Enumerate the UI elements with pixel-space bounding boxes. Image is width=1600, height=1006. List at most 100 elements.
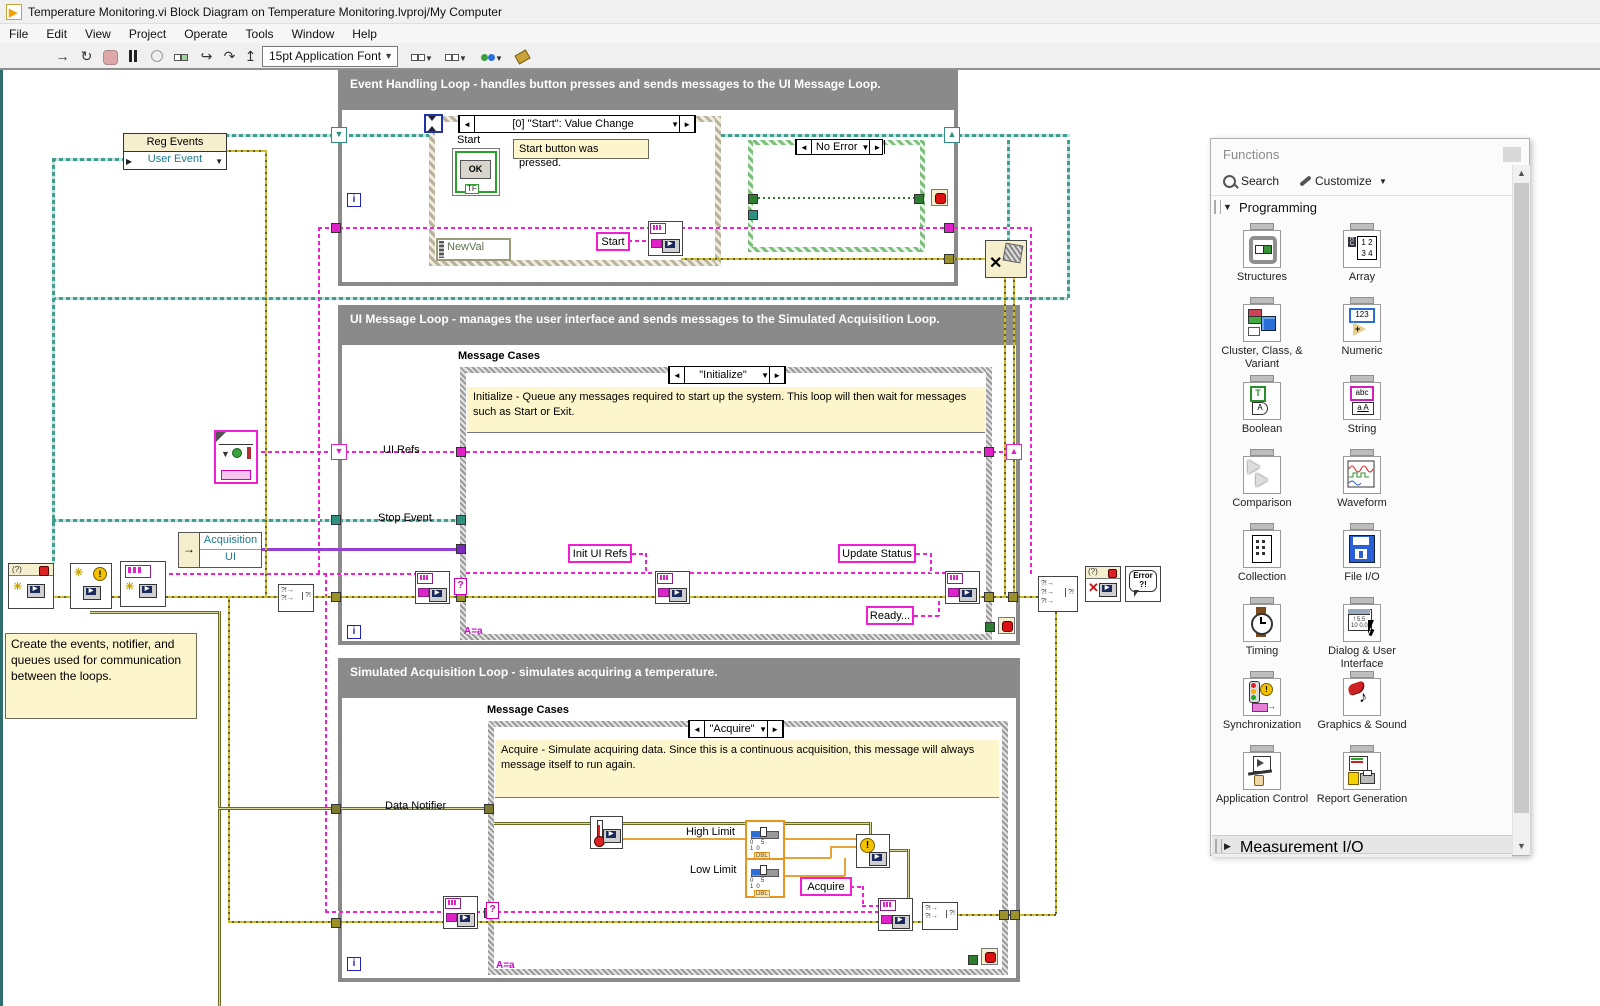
ready-constant[interactable]: Ready... <box>866 606 914 625</box>
read-temperature-icon[interactable]: ▶ <box>590 816 623 849</box>
no-error-case-selector[interactable]: ◄ No Error ▼ ► <box>795 139 883 155</box>
create-queue-icon[interactable]: ✳ ▶ <box>120 561 166 607</box>
scrollbar-thumb[interactable] <box>1514 183 1529 813</box>
palette-item-structures[interactable]: Structures <box>1212 223 1312 284</box>
step-into-button[interactable]: ↪ <box>196 46 217 67</box>
reorder-dropdown[interactable]: ▼ <box>478 46 506 67</box>
file-io-icon[interactable] <box>1343 530 1381 568</box>
send-notification-icon[interactable]: ! ▶ <box>856 834 890 868</box>
palette-item-fileio[interactable]: File I/O <box>1312 523 1412 584</box>
palette-item-array[interactable]: RC 1 23 4 Array <box>1312 223 1412 284</box>
start-string-constant[interactable]: Start <box>596 232 630 251</box>
menu-view[interactable]: View <box>76 25 120 43</box>
palette-item-report-generation[interactable]: Report Generation <box>1312 745 1412 806</box>
customize-button[interactable]: Customize <box>1315 174 1372 188</box>
scroll-up-icon[interactable]: ▲ <box>1513 165 1530 182</box>
palette-item-comparison[interactable]: Comparison <box>1212 449 1312 510</box>
initialize-case-selector[interactable]: ◄ "Initialize" ▼ ► <box>668 366 786 384</box>
high-limit-slider[interactable]: 0 5 10DBL <box>745 820 785 860</box>
search-button[interactable]: Search <box>1241 174 1279 188</box>
selector-next-icon[interactable]: ► <box>679 116 695 132</box>
collection-icon[interactable] <box>1243 530 1281 568</box>
palette-item-waveform[interactable]: Waveform <box>1312 449 1412 510</box>
align-objects-dropdown[interactable]: ▼ <box>408 46 436 67</box>
merge-errors-icon[interactable]: ?!→?!→?!→ ?! <box>1038 576 1078 612</box>
abort-button[interactable] <box>100 46 121 67</box>
start-button-terminal[interactable]: OK TF <box>452 148 500 196</box>
init-ui-refs-constant[interactable]: Init UI Refs <box>568 544 632 563</box>
selector-next-icon[interactable]: ► <box>769 367 785 383</box>
merge-errors-icon[interactable]: ?!→?!→ ?! <box>922 902 958 930</box>
array-icon[interactable]: RC 1 23 4 <box>1343 230 1381 268</box>
enqueue-message-icon[interactable]: ▶ <box>648 221 683 256</box>
graphics-sound-icon[interactable]: ♪ <box>1343 678 1381 716</box>
report-generation-icon[interactable] <box>1343 752 1381 790</box>
selector-next-icon[interactable]: ► <box>869 140 885 154</box>
merge-errors-icon[interactable]: ?!→?!→ ?! <box>278 584 314 612</box>
event-case-selector[interactable]: ◄ [0] "Start": Value Change ▼ ► <box>458 115 696 133</box>
pause-button[interactable] <box>122 46 143 67</box>
application-control-icon[interactable] <box>1243 752 1281 790</box>
menu-window[interactable]: Window <box>283 25 344 43</box>
palette-item-collection[interactable]: Collection <box>1212 523 1312 584</box>
ui-refs-cluster-icon[interactable]: ▼ <box>214 430 258 484</box>
palette-item-numeric[interactable]: 123 + Numeric <box>1312 297 1412 358</box>
font-selector[interactable]: 15pt Application Font▼ <box>262 46 398 67</box>
run-continuously-button[interactable]: ↻ <box>76 46 97 67</box>
comparison-icon[interactable] <box>1243 456 1281 494</box>
distribute-objects-dropdown[interactable]: ▼ <box>442 46 470 67</box>
simulated-acquisition-while-loop[interactable]: Simulated Acquisition Loop - simulates a… <box>338 658 1020 982</box>
step-over-button[interactable]: ↷ <box>219 46 240 67</box>
highlight-execution-icon[interactable] <box>146 46 167 67</box>
string-icon[interactable]: abc a A <box>1343 382 1381 420</box>
palette-item-boolean[interactable]: T A Boolean <box>1212 375 1312 436</box>
step-out-button[interactable]: ↥ <box>240 46 261 67</box>
release-references-icon[interactable]: (?) ✕ ▶ <box>1085 566 1121 602</box>
expand-arrow-icon[interactable]: ▼ <box>1223 202 1232 212</box>
synchronization-icon[interactable]: ! → <box>1243 678 1281 716</box>
acquire-constant[interactable]: Acquire <box>800 877 852 896</box>
numeric-icon[interactable]: 123 + <box>1343 304 1381 342</box>
retain-wire-values-icon[interactable] <box>170 46 191 67</box>
dialog-user-interface-icon[interactable]: ! 5.510 0.0 <box>1343 604 1381 642</box>
selector-next-icon[interactable]: ► <box>767 721 783 737</box>
selector-prev-icon[interactable]: ◄ <box>689 721 705 737</box>
unregister-events-icon[interactable]: ✕ <box>985 240 1027 278</box>
menu-tools[interactable]: Tools <box>237 25 283 43</box>
palette-item-dialog[interactable]: ! 5.510 0.0 Dialog & User Interface <box>1312 597 1412 671</box>
boolean-icon[interactable]: T A <box>1243 382 1281 420</box>
selector-prev-icon[interactable]: ◄ <box>669 367 685 383</box>
dequeue-message-icon[interactable]: ▶ <box>443 896 478 929</box>
palette-scrollbar[interactable]: ▲ ▼ <box>1512 165 1530 855</box>
error-dialog-icon[interactable]: Error?! <box>1125 566 1161 602</box>
menu-operate[interactable]: Operate <box>175 25 236 43</box>
selector-prev-icon[interactable]: ◄ <box>459 116 475 132</box>
queue-names-cluster[interactable]: → Acquisition UI <box>178 532 262 568</box>
palette-item-graphics[interactable]: ♪ Graphics & Sound <box>1312 671 1412 732</box>
palette-item-string[interactable]: abc a A String <box>1312 375 1412 436</box>
menu-help[interactable]: Help <box>343 25 386 43</box>
timing-icon[interactable] <box>1243 604 1281 642</box>
run-button[interactable]: → <box>52 46 73 67</box>
palette-pin-button[interactable] <box>1503 147 1521 162</box>
structures-icon[interactable] <box>1243 230 1281 268</box>
menu-edit[interactable]: Edit <box>37 25 76 43</box>
dequeue-message-icon[interactable]: ▶ <box>415 571 450 604</box>
update-status-constant[interactable]: Update Status <box>838 544 916 563</box>
acquire-case-selector[interactable]: ◄ "Acquire" ▼ ► <box>688 720 784 738</box>
selector-prev-icon[interactable]: ◄ <box>796 140 812 154</box>
create-user-event-icon[interactable]: (?) ✳ ▶ <box>8 563 54 609</box>
palette-item-cluster[interactable]: Cluster, Class, & Variant <box>1212 297 1312 371</box>
palette-item-timing[interactable]: Timing <box>1212 597 1312 658</box>
palette-item-synchronization[interactable]: ! → Synchronization <box>1212 671 1312 732</box>
palette-item-application-control[interactable]: Application Control <box>1212 745 1312 806</box>
cluster-icon[interactable] <box>1243 304 1281 342</box>
scroll-down-icon[interactable]: ▼ <box>1513 838 1530 855</box>
menu-project[interactable]: Project <box>120 25 175 43</box>
create-notifier-icon[interactable]: ✳ ! ▶ <box>70 563 112 609</box>
waveform-icon[interactable] <box>1343 456 1381 494</box>
menu-file[interactable]: File <box>0 25 37 43</box>
expand-arrow-icon[interactable]: ▶ <box>1224 841 1231 852</box>
section-programming[interactable]: ▼ Programming <box>1211 197 1529 218</box>
enqueue-message-icon[interactable]: ▶ <box>878 898 913 931</box>
